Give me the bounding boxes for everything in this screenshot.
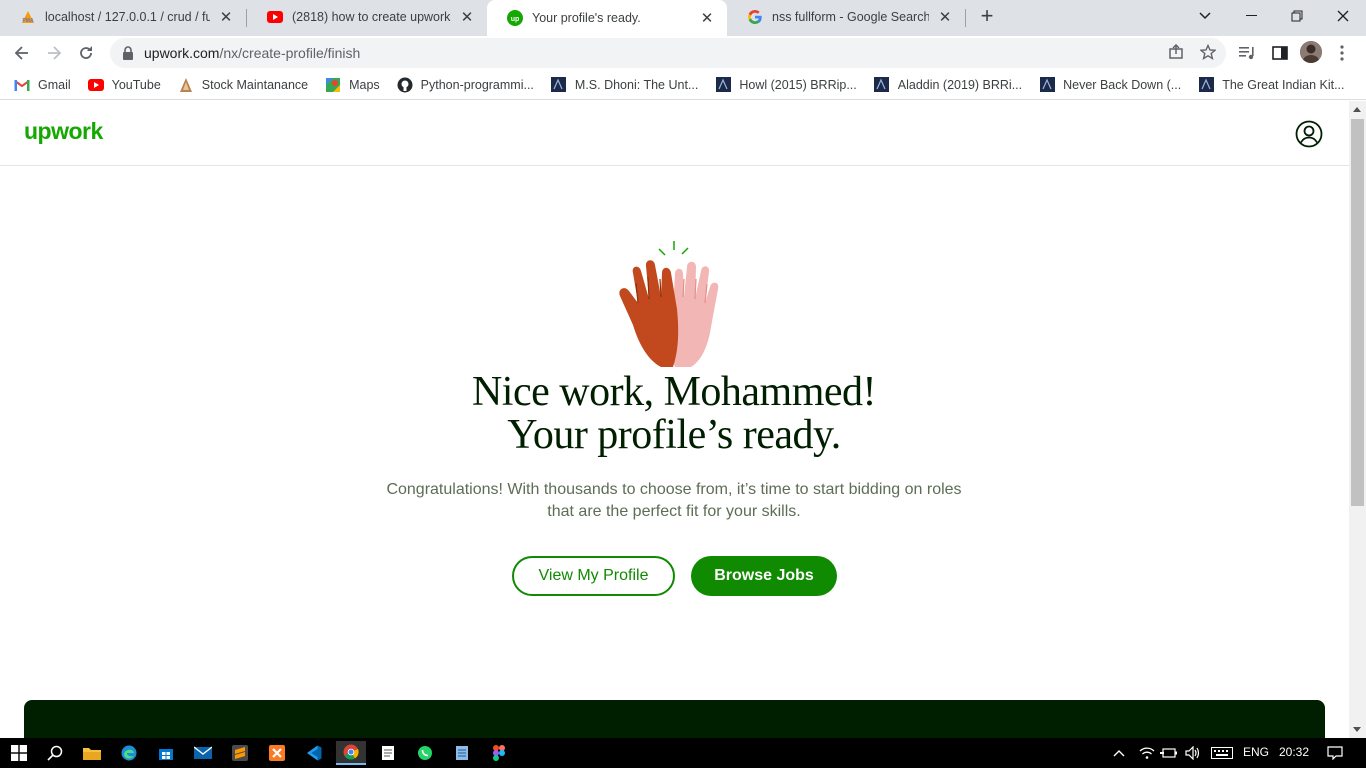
windows-start-icon[interactable]	[4, 741, 34, 765]
footer-banner	[24, 700, 1325, 738]
bookmark-youtube[interactable]: YouTube	[87, 77, 161, 93]
bookmark-aladdin[interactable]: Aladdin (2019) BRRi...	[874, 77, 1022, 93]
movie-icon	[715, 77, 731, 93]
clock[interactable]: 20:32	[1279, 745, 1309, 759]
tab-google[interactable]: nss fullform - Google Search ✕	[727, 0, 965, 34]
scroll-up-arrow-icon[interactable]	[1353, 107, 1361, 112]
phpmyadmin-icon: PMA	[20, 9, 36, 25]
bookmark-maps[interactable]: Maps	[325, 77, 380, 93]
page-viewport: upwork Nice work, Mohammed! Your profile…	[0, 101, 1349, 738]
youtube-icon	[267, 9, 283, 25]
notes-icon[interactable]	[447, 741, 477, 765]
whatsapp-icon[interactable]	[410, 741, 440, 765]
movie-icon	[1039, 77, 1055, 93]
tab-upwork-active[interactable]: up Your profile's ready. ✕	[487, 0, 727, 36]
github-icon	[397, 77, 413, 93]
vscode-icon[interactable]	[299, 741, 329, 765]
share-icon[interactable]	[1167, 43, 1185, 61]
bookmarks-bar: Gmail YouTube Stock Maintanance Maps Pyt…	[0, 70, 1366, 100]
tab-youtube[interactable]: (2818) how to create upwork acc ✕	[247, 0, 487, 34]
site-header: upwork	[0, 101, 1349, 166]
address-bar[interactable]: upwork.com/nx/create-profile/finish	[110, 38, 1226, 68]
tab-title: localhost / 127.0.0.1 / crud / fun |	[45, 10, 210, 24]
bookmark-python-programming[interactable]: Python-programmi...	[397, 77, 534, 93]
notification-icon[interactable]	[1322, 741, 1348, 765]
tab-title: (2818) how to create upwork acc	[292, 10, 451, 24]
view-my-profile-button[interactable]: View My Profile	[512, 556, 675, 596]
windows-taskbar: ENG 20:32	[0, 738, 1366, 768]
bookmark-great-indian-kitchen[interactable]: The Great Indian Kit...	[1198, 77, 1345, 93]
language-indicator[interactable]: ENG	[1243, 745, 1269, 759]
browser-toolbar: upwork.com/nx/create-profile/finish	[0, 36, 1366, 70]
bookmark-stock-maintanance[interactable]: Stock Maintanance	[178, 77, 308, 93]
tab-search-button[interactable]	[1182, 0, 1228, 32]
close-window-button[interactable]	[1320, 0, 1366, 32]
tab-title: Your profile's ready.	[532, 11, 641, 25]
restore-button[interactable]	[1274, 0, 1320, 32]
bookmark-gmail[interactable]: Gmail	[14, 77, 71, 93]
bookmark-star-icon[interactable]	[1199, 43, 1217, 61]
movie-icon	[1198, 77, 1214, 93]
file-explorer-icon[interactable]	[77, 741, 107, 765]
gmail-icon	[14, 77, 30, 93]
high-five-illustration	[611, 239, 737, 371]
tray-expand-icon[interactable]	[1107, 741, 1131, 765]
bookmark-never-back-down[interactable]: Never Back Down (...	[1039, 77, 1181, 93]
svg-text:PMA: PMA	[22, 18, 34, 24]
scroll-thumb[interactable]	[1351, 119, 1364, 506]
back-button[interactable]	[8, 39, 36, 67]
battery-icon[interactable]	[1157, 741, 1181, 765]
url-text: upwork.com/nx/create-profile/finish	[144, 45, 361, 61]
bookmark-howl[interactable]: Howl (2015) BRRip...	[715, 77, 857, 93]
scroll-down-arrow-icon[interactable]	[1353, 727, 1361, 732]
reload-button[interactable]	[72, 39, 100, 67]
edge-icon[interactable]	[114, 741, 144, 765]
wifi-icon[interactable]	[1135, 741, 1159, 765]
google-icon	[747, 9, 763, 25]
notepad-icon[interactable]	[373, 741, 403, 765]
maps-icon	[325, 77, 341, 93]
close-icon[interactable]: ✕	[699, 10, 715, 27]
browser-profile-avatar[interactable]	[1300, 41, 1322, 63]
side-panel-icon[interactable]	[1268, 41, 1292, 65]
upwork-icon: up	[507, 10, 523, 26]
page-scrollbar[interactable]	[1349, 101, 1366, 738]
stock-icon	[178, 77, 194, 93]
microsoft-store-icon[interactable]	[151, 741, 181, 765]
minimize-button[interactable]	[1228, 0, 1274, 32]
tab-phpmyadmin[interactable]: PMA localhost / 127.0.0.1 / crud / fun |…	[0, 0, 246, 34]
xampp-icon[interactable]	[262, 741, 292, 765]
browse-jobs-button[interactable]: Browse Jobs	[691, 556, 837, 596]
lock-icon[interactable]	[122, 46, 134, 60]
bookmark-ms-dhoni[interactable]: M.S. Dhoni: The Unt...	[551, 77, 698, 93]
upwork-logo[interactable]: upwork	[24, 118, 103, 145]
svg-text:up: up	[511, 16, 520, 23]
tab-strip: PMA localhost / 127.0.0.1 / crud / fun |…	[0, 0, 1366, 36]
chrome-icon[interactable]	[336, 741, 366, 765]
search-icon[interactable]	[40, 741, 70, 765]
keyboard-icon[interactable]	[1208, 741, 1236, 765]
user-account-icon[interactable]	[1295, 120, 1323, 148]
close-icon[interactable]: ✕	[218, 9, 234, 26]
movie-icon	[874, 77, 890, 93]
sublime-text-icon[interactable]	[225, 741, 255, 765]
mail-icon[interactable]	[188, 741, 218, 765]
menu-kebab-icon[interactable]	[1330, 41, 1354, 65]
new-tab-button[interactable]: +	[975, 5, 999, 29]
media-control-icon[interactable]	[1236, 41, 1260, 65]
close-icon[interactable]: ✕	[937, 9, 953, 26]
youtube-icon	[87, 77, 104, 93]
page-title: Nice work, Mohammed! Your profile’s read…	[471, 369, 877, 458]
congratulations-text: Congratulations! With thousands to choos…	[386, 481, 962, 520]
volume-icon[interactable]	[1181, 741, 1205, 765]
figma-icon[interactable]	[484, 741, 514, 765]
movie-icon	[551, 77, 567, 93]
forward-button[interactable]	[40, 39, 68, 67]
tab-title: nss fullform - Google Search	[772, 10, 929, 24]
close-icon[interactable]: ✕	[459, 9, 475, 26]
